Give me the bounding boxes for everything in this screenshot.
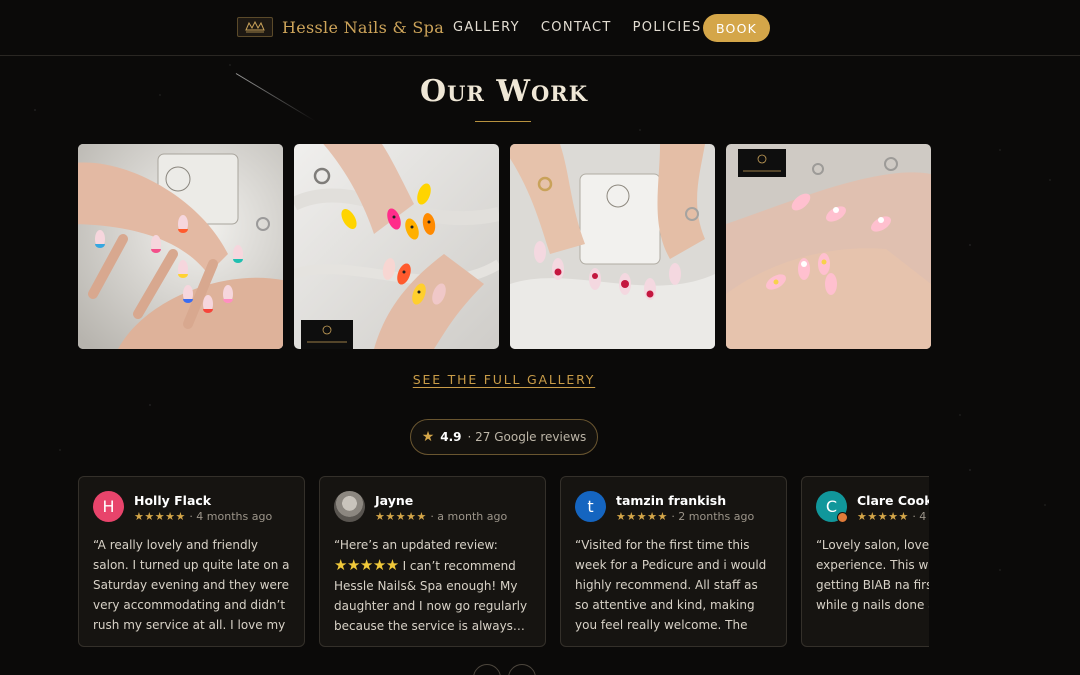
review-time: · a month ago (430, 510, 508, 523)
nav-gallery[interactable]: GALLERY (453, 20, 520, 35)
review-time: · 4 (912, 510, 927, 523)
reviewer-name: Holly Flack (134, 493, 212, 508)
reviewer-name: tamzin frankish (616, 493, 727, 508)
site-header: Hessle Nails & Spa GALLERY CONTACT POLIC… (0, 0, 1080, 56)
title-divider (475, 121, 531, 122)
full-gallery-link[interactable]: SEE THE FULL GALLERY (0, 372, 1008, 387)
review-text: “Lovely salon, lovely experience. This w… (816, 538, 929, 612)
review-stars: ★★★★★ (134, 510, 186, 523)
review-card: C Clare Cooke ★★★★★ · 4 “Lovely salon, l… (801, 476, 929, 647)
review-card: Jayne ★★★★★ · a month ago “Here’s an upd… (319, 476, 546, 647)
avatar: C (816, 491, 848, 523)
review-text-prefix: “Here’s an updated review: (334, 538, 498, 552)
review-time: · 2 months ago (671, 510, 755, 523)
brand-name: Hessle Nails & Spa (282, 17, 445, 37)
reviewer-name: Jayne (375, 493, 414, 508)
star-icon: ★ (421, 429, 435, 445)
review-text: “Visited for the first time this week fo… (575, 538, 767, 632)
avatar-initial: C (825, 497, 838, 516)
rating-count: · 27 Google reviews (467, 430, 587, 444)
review-text: “Here’s an updated review: ★★★★★ I can’t… (334, 535, 531, 635)
gallery-photo-1[interactable] (78, 144, 283, 349)
review-text: “A really lovely and friendly salon. I t… (93, 538, 290, 632)
reviewer-name: Clare Cooke (857, 493, 929, 508)
section-title: Our Work (419, 74, 589, 109)
google-rating-badge[interactable]: ★ 4.9 · 27 Google reviews (410, 419, 598, 455)
review-card: H Holly Flack ★★★★★ · 4 months ago “A re… (78, 476, 305, 647)
review-text-stars: ★★★★★ (334, 556, 399, 574)
main-nav: GALLERY CONTACT POLICIES (453, 20, 702, 35)
review-stars: ★★★★★ (375, 510, 427, 523)
carousel-next-button[interactable] (508, 664, 536, 675)
gallery-photo-2[interactable] (294, 144, 499, 349)
review-time: · 4 months ago (189, 510, 273, 523)
review-stars: ★★★★★ (616, 510, 668, 523)
rating-score: 4.9 (440, 430, 462, 444)
local-guide-badge-icon (837, 512, 848, 523)
review-stars: ★★★★★ (857, 510, 909, 523)
avatar: t (575, 491, 606, 522)
gallery-photo-3[interactable] (510, 144, 715, 349)
book-button[interactable]: BOOK (703, 14, 770, 42)
nav-contact[interactable]: CONTACT (541, 20, 612, 35)
gallery-grid (78, 144, 931, 349)
avatar: H (93, 491, 124, 522)
review-card: t tamzin frankish ★★★★★ · 2 months ago “… (560, 476, 787, 647)
nav-policies[interactable]: POLICIES (633, 20, 702, 35)
carousel-prev-button[interactable] (473, 664, 501, 675)
brand-logo-icon (237, 17, 273, 37)
reviews-carousel: H Holly Flack ★★★★★ · 4 months ago “A re… (78, 476, 929, 648)
avatar (334, 491, 365, 522)
gallery-photo-4[interactable] (726, 144, 931, 349)
brand[interactable]: Hessle Nails & Spa (237, 17, 444, 37)
